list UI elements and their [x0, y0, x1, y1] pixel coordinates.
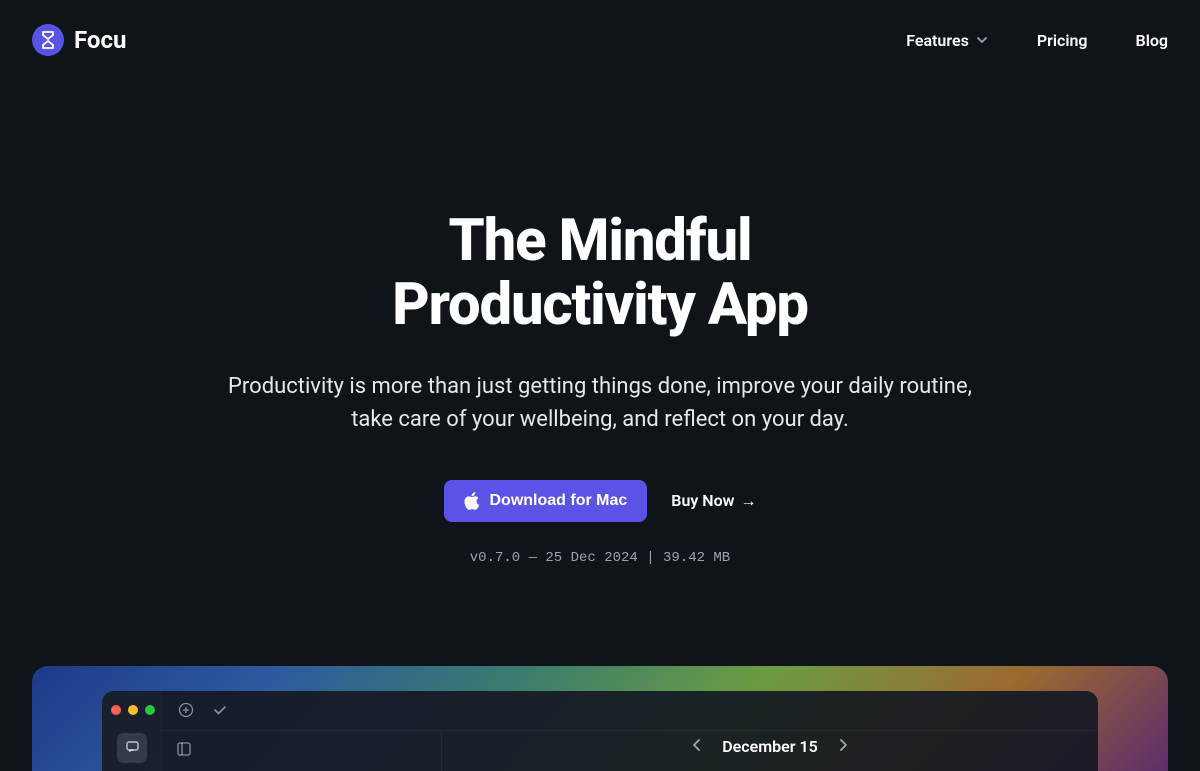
window-main: December 15 [162, 691, 1098, 771]
plus-icon[interactable] [178, 702, 194, 718]
maximize-icon[interactable] [145, 705, 155, 715]
nav-pricing[interactable]: Pricing [1037, 31, 1088, 50]
app-window: December 15 [102, 691, 1098, 771]
download-button[interactable]: Download for Mac [444, 480, 648, 522]
window-sidebar [102, 691, 162, 771]
main-nav: Features Pricing Blog [906, 31, 1168, 50]
hero-title-line1: The Mindful [449, 207, 752, 275]
check-icon[interactable] [212, 702, 228, 718]
brand-name: Focu [74, 26, 126, 54]
next-date-icon[interactable] [838, 737, 848, 756]
buy-now-button[interactable]: Buy Now → [671, 491, 756, 511]
prev-date-icon[interactable] [692, 737, 702, 756]
content-right-panel: December 15 [442, 731, 1098, 771]
minimize-icon[interactable] [128, 705, 138, 715]
hero-title-line2: Productivity App [392, 271, 808, 339]
chat-icon[interactable] [117, 733, 147, 763]
hero-section: The Mindful Productivity App Productivit… [0, 80, 1200, 626]
version-info: v0.7.0 — 25 Dec 2024 | 39.42 MB [0, 550, 1200, 566]
sidebar-toggle-icon[interactable] [176, 741, 192, 757]
app-screenshot: December 15 [32, 666, 1168, 771]
nav-pricing-label: Pricing [1037, 31, 1088, 50]
chevron-down-icon [975, 33, 989, 47]
arrow-right-icon: → [740, 491, 756, 511]
logo[interactable]: Focu [32, 24, 126, 56]
nav-blog[interactable]: Blog [1136, 31, 1168, 50]
site-header: Focu Features Pricing Blog [0, 0, 1200, 80]
download-label: Download for Mac [490, 492, 628, 510]
window-controls [109, 705, 155, 715]
date-navigation: December 15 [692, 737, 848, 756]
apple-icon [464, 492, 480, 510]
nav-features[interactable]: Features [906, 31, 989, 50]
close-icon[interactable] [111, 705, 121, 715]
hourglass-icon [32, 24, 64, 56]
hero-title: The Mindful Productivity App [0, 210, 1200, 338]
window-toolbar [162, 691, 1098, 731]
content-left-panel [162, 731, 442, 771]
cta-buttons: Download for Mac Buy Now → [0, 480, 1200, 522]
buy-label: Buy Now [671, 491, 734, 510]
window-content: December 15 [162, 731, 1098, 771]
hero-subtitle: Productivity is more than just getting t… [220, 370, 980, 436]
nav-blog-label: Blog [1136, 31, 1168, 50]
date-label: December 15 [722, 737, 818, 756]
nav-features-label: Features [906, 31, 969, 50]
